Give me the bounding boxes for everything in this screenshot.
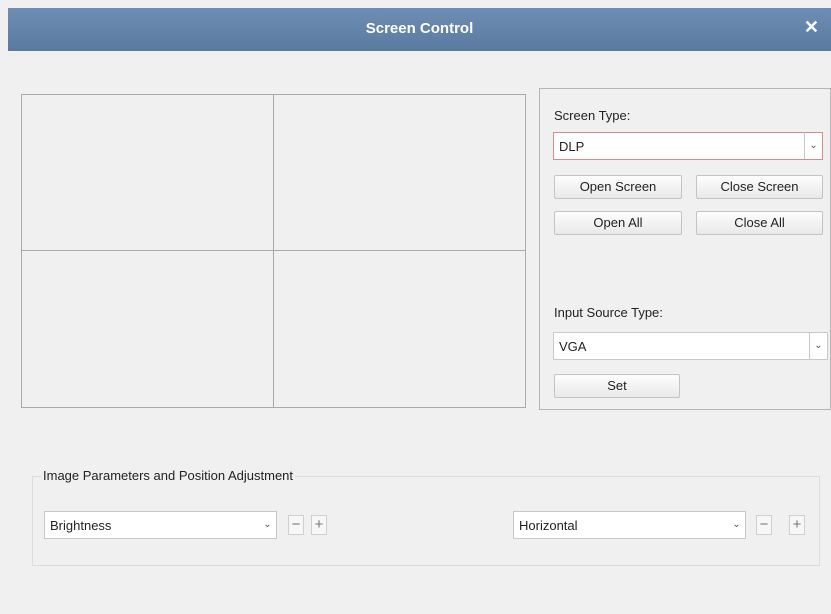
set-button[interactable]: Set <box>554 374 680 398</box>
position-value: Horizontal <box>519 518 578 533</box>
group-title: Image Parameters and Position Adjustment <box>41 468 296 483</box>
open-all-button[interactable]: Open All <box>554 211 682 235</box>
chevron-down-icon[interactable]: ⌄ <box>804 133 822 159</box>
screen-cell-2[interactable] <box>274 95 525 251</box>
position-select[interactable]: Horizontal ⌄ <box>513 511 746 539</box>
chevron-down-icon[interactable]: ⌄ <box>259 512 276 538</box>
close-icon[interactable]: ✕ <box>804 17 819 37</box>
screen-cell-3[interactable] <box>22 251 274 407</box>
parameter-value: Brightness <box>50 518 112 533</box>
chevron-down-icon[interactable]: ⌄ <box>728 512 745 538</box>
screen-control-panel: Screen Type: DLP ⌄ Open Screen Close Scr… <box>539 88 831 410</box>
screen-cell-4[interactable] <box>274 251 525 407</box>
title-bar: Screen Control ✕ <box>8 8 831 51</box>
parameter-select[interactable]: Brightness ⌄ <box>44 511 277 539</box>
screen-type-value: DLP <box>559 139 585 154</box>
chevron-down-icon[interactable]: ⌄ <box>809 333 827 359</box>
parameter-minus-button[interactable]: − <box>288 515 304 535</box>
input-source-select[interactable]: VGA ⌄ <box>553 332 828 360</box>
screen-grid <box>21 94 526 408</box>
screen-cell-1[interactable] <box>22 95 274 251</box>
input-source-label: Input Source Type: <box>554 305 663 320</box>
input-source-value: VGA <box>559 339 587 354</box>
image-adjustment-group: Image Parameters and Position Adjustment… <box>32 468 820 566</box>
window-title: Screen Control <box>365 20 474 37</box>
close-screen-button[interactable]: Close Screen <box>696 175 823 199</box>
position-plus-button[interactable]: + <box>789 515 805 535</box>
screen-type-label: Screen Type: <box>554 108 631 123</box>
close-all-button[interactable]: Close All <box>696 211 823 235</box>
position-minus-button[interactable]: − <box>756 515 772 535</box>
open-screen-button[interactable]: Open Screen <box>554 175 682 199</box>
screen-type-select[interactable]: DLP ⌄ <box>553 132 823 160</box>
parameter-plus-button[interactable]: + <box>311 515 327 535</box>
